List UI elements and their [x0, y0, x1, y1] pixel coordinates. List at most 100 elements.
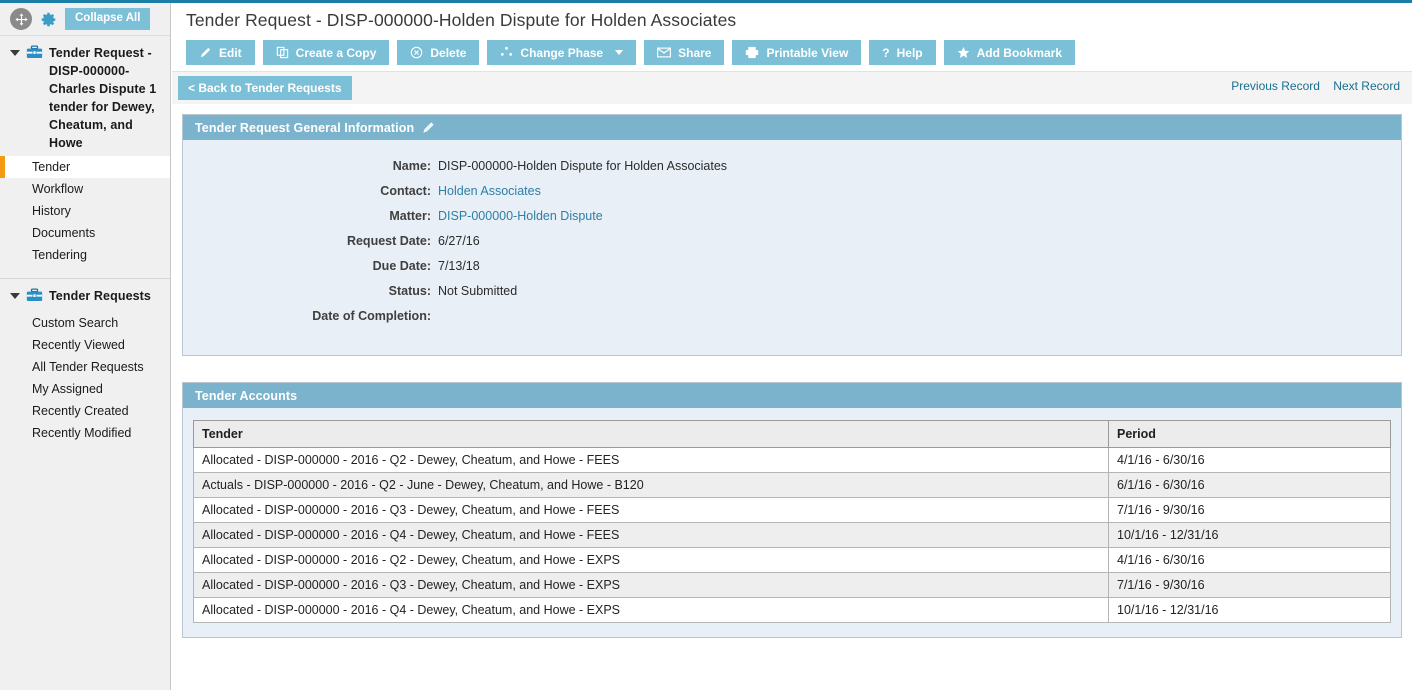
field-row-status: Status: Not Submitted — [183, 279, 1401, 304]
table-header-row: Tender Period — [193, 420, 1391, 448]
sidebar-item-label: Recently Viewed — [32, 337, 125, 352]
chevron-down-icon[interactable] — [10, 293, 20, 299]
cell-tender: Allocated - DISP-000000 - 2016 - Q3 - De… — [193, 572, 1109, 598]
general-information-panel: Tender Request General Information Name:… — [182, 114, 1402, 356]
sidebar-group-header-tender-request[interactable]: Tender Request - DISP-000000-Charles Dis… — [0, 36, 170, 156]
sidebar-item-tender[interactable]: Tender — [0, 156, 170, 178]
add-bookmark-button[interactable]: Add Bookmark — [943, 40, 1075, 65]
question-mark-icon: ? — [882, 45, 890, 60]
panel-title: Tender Request General Information — [195, 120, 415, 135]
field-label: Request Date: — [346, 234, 431, 248]
sidebar-item-label: Recently Modified — [32, 425, 132, 440]
next-record-link[interactable]: Next Record — [1333, 79, 1400, 93]
app-window: Collapse All Tender Request - DISP-00000… — [0, 0, 1412, 690]
column-header-period[interactable]: Period — [1108, 420, 1391, 448]
field-value-matter[interactable]: DISP-000000-Holden Dispute — [438, 204, 603, 229]
cell-period: 6/1/16 - 6/30/16 — [1108, 472, 1391, 498]
pencil-icon[interactable] — [422, 121, 435, 134]
table-row[interactable]: Allocated - DISP-000000 - 2016 - Q2 - De… — [193, 547, 1391, 573]
cell-tender: Allocated - DISP-000000 - 2016 - Q4 - De… — [193, 597, 1109, 623]
table-row[interactable]: Allocated - DISP-000000 - 2016 - Q2 - De… — [193, 447, 1391, 473]
field-value-contact[interactable]: Holden Associates — [438, 179, 541, 204]
column-header-tender[interactable]: Tender — [193, 420, 1109, 448]
create-a-copy-button[interactable]: Create a Copy — [262, 40, 390, 65]
sidebar-item-custom-search[interactable]: Custom Search — [0, 312, 170, 334]
move-icon[interactable] — [10, 8, 32, 30]
change-phase-icon — [500, 46, 513, 59]
cell-period: 7/1/16 - 9/30/16 — [1108, 572, 1391, 598]
cell-tender: Actuals - DISP-000000 - 2016 - Q2 - June… — [193, 472, 1109, 498]
table-row[interactable]: Actuals - DISP-000000 - 2016 - Q2 - June… — [193, 472, 1391, 498]
sidebar-item-label: All Tender Requests — [32, 359, 144, 374]
chevron-down-icon[interactable] — [615, 50, 624, 55]
cell-period: 4/1/16 - 6/30/16 — [1108, 547, 1391, 573]
pencil-icon — [199, 46, 212, 59]
field-row-contact: Contact: Holden Associates — [183, 179, 1401, 204]
tender-accounts-table: Tender Period Allocated - DISP-000000 - … — [193, 420, 1391, 623]
tender-accounts-panel: Tender Accounts Tender Period Allocated … — [182, 382, 1402, 638]
envelope-icon — [657, 47, 672, 58]
field-label: Contact: — [380, 184, 431, 198]
sidebar-item-history[interactable]: History — [0, 200, 170, 222]
field-row-matter: Matter: DISP-000000-Holden Dispute — [183, 204, 1401, 229]
sidebar-item-label: Recently Created — [32, 403, 129, 418]
edit-button[interactable]: Edit — [186, 40, 255, 65]
button-label: Printable View — [766, 45, 849, 60]
sidebar-item-label: Custom Search — [32, 315, 119, 330]
sidebar-group-header-tender-requests[interactable]: Tender Requests — [0, 279, 170, 312]
sidebar-item-recently-viewed[interactable]: Recently Viewed — [0, 334, 170, 356]
table-header: Tender Period — [193, 420, 1391, 448]
record-navigation-bar: < Back to Tender Requests Previous Recor… — [172, 72, 1412, 104]
share-button[interactable]: Share — [644, 40, 725, 65]
sidebar-item-label: History — [32, 203, 71, 218]
sidebar-item-documents[interactable]: Documents — [0, 222, 170, 244]
left-sidebar: Collapse All Tender Request - DISP-00000… — [0, 3, 171, 690]
briefcase-icon — [26, 288, 43, 308]
printable-view-button[interactable]: Printable View — [732, 40, 862, 65]
change-phase-button[interactable]: Change Phase — [487, 40, 637, 65]
button-label: Add Bookmark — [976, 45, 1062, 60]
back-to-tender-requests-button[interactable]: < Back to Tender Requests — [178, 76, 352, 100]
table-row[interactable]: Allocated - DISP-000000 - 2016 - Q3 - De… — [193, 572, 1391, 598]
sidebar-item-label: Tendering — [32, 247, 87, 262]
help-button[interactable]: ? Help — [869, 40, 936, 65]
previous-record-link[interactable]: Previous Record — [1231, 79, 1320, 93]
sidebar-item-all-tender-requests[interactable]: All Tender Requests — [0, 356, 170, 378]
field-value-due-date: 7/13/18 — [438, 259, 480, 273]
record-nav-links: Previous Record Next Record — [1221, 79, 1400, 93]
button-label: Change Phase — [520, 45, 604, 60]
sidebar-item-my-assigned[interactable]: My Assigned — [0, 378, 170, 400]
field-row-date-of-completion: Date of Completion: — [183, 304, 1401, 329]
cell-tender: Allocated - DISP-000000 - 2016 - Q3 - De… — [193, 497, 1109, 523]
table-row[interactable]: Allocated - DISP-000000 - 2016 - Q3 - De… — [193, 497, 1391, 523]
delete-button[interactable]: Delete — [397, 40, 480, 65]
panel-title: Tender Accounts — [195, 388, 298, 403]
collapse-all-button[interactable]: Collapse All — [65, 7, 151, 31]
sidebar-item-label: Workflow — [32, 181, 84, 196]
page-title: Tender Request - DISP-000000-Holden Disp… — [186, 10, 737, 30]
cell-period: 4/1/16 - 6/30/16 — [1108, 447, 1391, 473]
field-label: Matter: — [389, 209, 431, 223]
gear-icon[interactable] — [39, 10, 57, 28]
button-label: Create a Copy — [295, 45, 377, 60]
cell-period: 10/1/16 - 12/31/16 — [1108, 522, 1391, 548]
field-value-status: Not Submitted — [438, 284, 518, 298]
sidebar-item-workflow[interactable]: Workflow — [0, 178, 170, 200]
panel-body: Name: DISP-000000-Holden Dispute for Hol… — [183, 140, 1401, 355]
button-label: Delete — [430, 45, 467, 60]
sidebar-group-items-tender-requests: Custom Search Recently Viewed All Tender… — [0, 312, 170, 444]
table-row[interactable]: Allocated - DISP-000000 - 2016 - Q4 - De… — [193, 522, 1391, 548]
sidebar-item-recently-created[interactable]: Recently Created — [0, 400, 170, 422]
action-toolbar: Edit Create a Copy Delete Change Phase S… — [172, 36, 1412, 72]
field-row-due-date: Due Date: 7/13/18 — [183, 254, 1401, 279]
main-content: Tender Request - DISP-000000-Holden Disp… — [172, 3, 1412, 690]
sidebar-group-title: Tender Requests — [49, 289, 151, 303]
button-label: Share — [678, 45, 712, 60]
table-row[interactable]: Allocated - DISP-000000 - 2016 - Q4 - De… — [193, 597, 1391, 623]
sidebar-item-recently-modified[interactable]: Recently Modified — [0, 422, 170, 444]
sidebar-item-tendering[interactable]: Tendering — [0, 244, 170, 266]
sidebar-group-items-tender-request: Tender Workflow History Documents Tender… — [0, 156, 170, 266]
chevron-down-icon[interactable] — [10, 50, 20, 56]
panel-header: Tender Request General Information — [183, 115, 1401, 140]
sidebar-item-label: Tender — [32, 159, 71, 174]
